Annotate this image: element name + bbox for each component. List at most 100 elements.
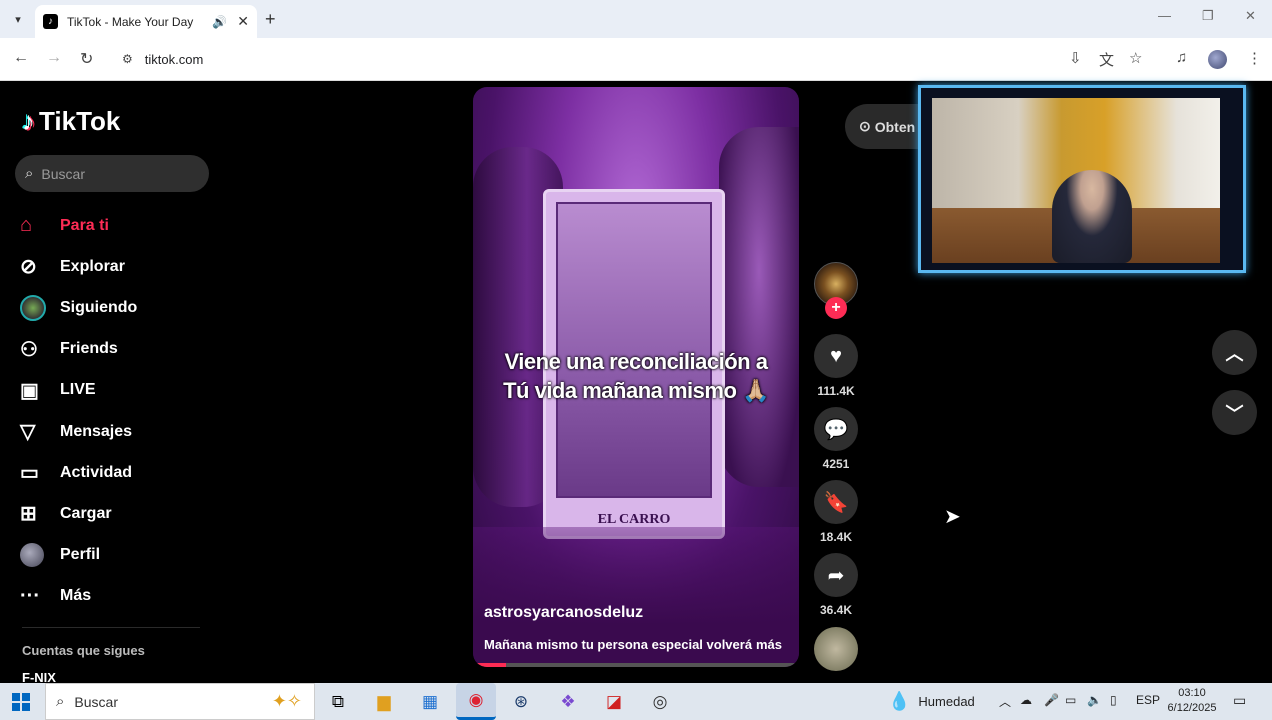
sidebar-item-friends[interactable]: ⚇ Friends [20,329,220,370]
clock-time: 03:10 [1178,687,1206,699]
video-statue-right [719,127,799,487]
copilot-app-icon[interactable]: ❖ [556,690,580,714]
video-progress-bar[interactable] [473,663,799,667]
scroll-down-chevron-icon[interactable]: ﹀ [1212,390,1257,435]
microphone-icon[interactable]: 🎤 [1044,693,1059,707]
taskbar-search-placeholder: Buscar [74,693,118,710]
media-controls-icon[interactable]: ♫ [1176,49,1187,66]
following-avatar [20,294,48,321]
webcam-feed [932,98,1220,263]
sidebar-item-label: Cargar [60,504,112,522]
browser-tab[interactable]: ♪ TikTok - Make Your Day 🔊 ✕ [35,5,257,38]
comment-count: 4251 [822,457,850,471]
back-icon[interactable]: ← [13,49,29,67]
speaker-icon[interactable]: 🔊 [212,15,227,29]
file-explorer-icon[interactable]: ▆ [372,690,396,714]
video-author[interactable]: astrosyarcanosdeluz [484,604,643,622]
bookmark-icon[interactable]: 🔖 [814,480,858,524]
following-header: Cuentas que sigues [22,643,145,658]
translate-icon[interactable]: 文 [1099,49,1114,70]
sidebar-item-siguiendo[interactable]: Siguiendo [20,287,220,328]
more-link[interactable]: más [756,637,782,652]
sound-disc-icon[interactable] [814,627,858,671]
windows-taskbar: ⌕ Buscar ✦✧ ⧉ ▆ ▦ ◉ ⊛ ❖ ◪ ◎ 💧 Humedad ︿ … [0,683,1272,720]
chrome-icon[interactable]: ◉ [456,683,496,720]
weather-text: Humedad [918,694,975,709]
logo-text: TikTok [39,106,121,136]
tiktok-logo[interactable]: ♪ TikTok [22,106,120,137]
search-icon: ⌕ [25,165,34,182]
follow-plus-icon[interactable]: + [825,297,847,319]
profile-avatar [20,543,48,568]
tray-chevron-up-icon[interactable]: ︿ [999,693,1011,710]
activity-icon: ▭ [20,462,39,485]
install-icon[interactable]: ⇩ [1069,49,1082,67]
steam-icon[interactable]: ⊛ [509,690,533,714]
more-dots-icon: ··· [20,584,40,607]
sidebar-item-mas[interactable]: ··· Más [20,576,220,617]
notification-icon[interactable]: ▭ [1233,692,1246,709]
sidebar-item-label: Perfil [60,546,101,564]
share-icon[interactable]: ➦ [814,553,858,597]
upload-plus-icon: ⊞ [20,503,37,526]
search-input[interactable]: ⌕ Buscar [15,155,209,192]
sidebar-item-label: Friends [60,340,118,358]
clock-date: 6/12/2025 [1167,702,1217,714]
tab-title: TikTok - Make Your Day [67,14,194,29]
tiktok-favicon-icon: ♪ [43,14,58,29]
sidebar-item-mensajes[interactable]: ▽ Mensajes [20,411,220,452]
weather-widget[interactable]: 💧 Humedad [888,691,975,712]
tarot-card-label: EL CARRO [597,512,671,527]
address-bar-row: ← → ↻ ⚙ tiktok.com ⇩ 文 ☆ ♫ ⋮ [0,38,1272,81]
tab-search-dropdown-icon[interactable]: ▾ [8,9,28,29]
sidebar-item-para-ti[interactable]: ⌂ Para ti [20,205,220,246]
start-windows-icon[interactable] [12,693,30,711]
mouse-cursor-icon: ➤ [944,506,961,528]
language-indicator[interactable]: ESP [1136,693,1160,707]
amd-icon[interactable]: ◪ [602,690,626,714]
task-view-icon[interactable]: ⧉ [326,690,350,714]
bookmark-star-icon[interactable]: ☆ [1129,49,1142,67]
obs-icon[interactable]: ◎ [648,690,672,714]
sidebar-item-cargar[interactable]: ⊞ Cargar [20,493,220,534]
sidebar-item-live[interactable]: ▣ LIVE [20,370,220,411]
send-icon: ▽ [20,421,36,444]
video-description: Mañana mismo tu persona especial volverá [484,637,753,652]
comment-icon[interactable]: 💬 [814,407,858,451]
sidebar-item-actividad[interactable]: ▭ Actividad [20,452,220,493]
store-icon[interactable]: ▦ [418,690,442,714]
close-window-icon[interactable]: ✕ [1245,8,1256,24]
new-tab-icon[interactable]: + [265,9,276,30]
webcam-overlay [918,85,1246,273]
menu-dots-icon[interactable]: ⋮ [1247,49,1262,67]
sidebar-item-label: Actividad [60,463,133,481]
taskbar-search-input[interactable]: ⌕ Buscar ✦✧ [45,683,315,720]
url-text[interactable]: tiktok.com [145,52,204,67]
taskbar-clock[interactable]: 03:10 6/12/2025 [1160,686,1224,716]
reload-icon[interactable]: ↻ [80,49,93,69]
scroll-up-chevron-icon[interactable]: ︿ [1212,330,1257,375]
close-tab-icon[interactable]: ✕ [237,13,249,30]
sidebar-item-label: Explorar [60,257,125,275]
restore-icon[interactable]: ❐ [1202,8,1214,24]
sidebar-divider [22,627,200,628]
share-count: 36.4K [819,603,853,617]
onedrive-cloud-icon[interactable]: ☁ [1020,693,1032,707]
volume-icon[interactable]: 🔈 [1087,693,1102,707]
minimize-icon[interactable]: — [1158,8,1171,23]
forward-icon[interactable]: → [46,49,62,67]
sidebar-item-perfil[interactable]: Perfil [20,535,220,576]
video-player[interactable]: EL CARRO Viene una reconciliación a Tú v… [473,87,799,667]
like-heart-icon[interactable]: ♥ [814,334,858,378]
water-drop-icon: 💧 [888,691,911,711]
friends-icon: ⚇ [20,338,38,361]
sidebar-item-explorar[interactable]: ⊘ Explorar [20,246,220,287]
copilot-sparkle-icon[interactable]: ✦✧ [272,691,302,712]
browser-tab-bar: ▾ ♪ TikTok - Make Your Day 🔊 ✕ + — ❐ ✕ [0,0,1272,38]
network-icon[interactable]: ▭ [1065,693,1076,707]
omnibox[interactable]: ⚙ tiktok.com [112,43,1062,75]
device-icon[interactable]: ▯ [1110,693,1117,707]
browser-profile-avatar[interactable] [1208,50,1227,69]
site-info-icon[interactable]: ⚙ [122,52,133,66]
search-placeholder: Buscar [41,165,85,182]
